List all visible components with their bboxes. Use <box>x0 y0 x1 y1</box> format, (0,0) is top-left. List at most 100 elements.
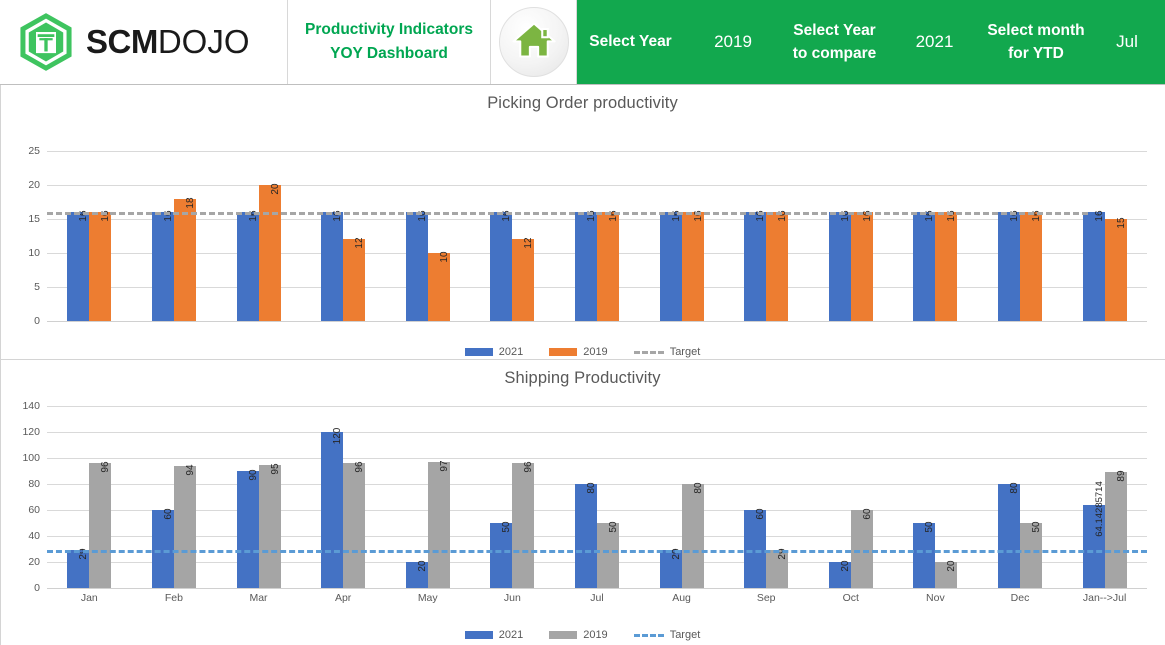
bar-2021[interactable]: 16 <box>151 211 174 321</box>
bar-value-label: 20 <box>269 183 281 195</box>
legend-item-2021[interactable]: 2021 <box>464 346 523 358</box>
bar-2019[interactable]: 20 <box>258 183 281 321</box>
legend-item-2021[interactable]: 2021 <box>464 629 523 641</box>
target-line <box>47 550 1147 554</box>
bar-2019[interactable]: 20 <box>935 560 958 588</box>
brand-name: SCMDOJO <box>86 23 250 61</box>
bar-group: 16 18 <box>132 151 217 321</box>
bar-2021[interactable]: 50 <box>913 521 936 588</box>
bar-2019[interactable]: 16 <box>596 211 619 321</box>
bar-group: 50 20 <box>893 406 978 588</box>
select-year-value[interactable]: 2019 <box>684 0 782 84</box>
bar-2019[interactable]: 96 <box>512 462 535 588</box>
bar-2019[interactable]: 16 <box>850 211 873 321</box>
bar-2019[interactable]: 16 <box>1020 211 1042 321</box>
bar-value-label: 80 <box>692 482 704 494</box>
picking-order-chart-panel: Picking Order productivity 0 5 10 15 20 25 16 1… <box>0 85 1165 395</box>
bar-2021[interactable]: 16 <box>574 211 597 321</box>
bar-2019[interactable]: 94 <box>173 464 196 588</box>
bar-group: 16 16 <box>555 151 640 321</box>
x-axis-label: Jul <box>590 592 604 604</box>
bar-2019[interactable]: 80 <box>681 482 704 588</box>
bar-2019[interactable]: 95 <box>258 463 281 588</box>
legend-item-2019[interactable]: 2019 <box>549 629 608 641</box>
bar-2019[interactable]: 12 <box>343 237 366 321</box>
bar-2019[interactable]: 29 <box>766 549 789 588</box>
bar-2019[interactable]: 96 <box>89 462 112 588</box>
bar-value-label: 12 <box>354 237 366 249</box>
bar-2019[interactable]: 89 <box>1104 471 1127 588</box>
bar-2019[interactable]: 18 <box>173 197 196 321</box>
bar-2021[interactable]: 29 <box>67 549 90 588</box>
bar-group: 64.14285714 89 <box>1062 406 1147 588</box>
bar-2019[interactable]: 16 <box>766 211 789 321</box>
bar-2021[interactable]: 120 <box>321 428 344 588</box>
select-ytd-month-value[interactable]: Jul <box>1090 0 1164 84</box>
bar-2021[interactable]: 80 <box>574 482 597 588</box>
bar-2021[interactable]: 60 <box>744 508 767 588</box>
bar-2021[interactable]: 16 <box>828 211 851 321</box>
select-compare-year-value[interactable]: 2021 <box>887 0 982 84</box>
brand-logo-cell: SCMDOJO <box>0 0 288 84</box>
bar-2021[interactable]: 16 <box>67 211 90 321</box>
legend-item-target[interactable]: Target <box>633 629 700 641</box>
bar-value-label: 16 <box>1093 210 1105 222</box>
page-title: Productivity Indicators YOY Dashboard <box>288 0 491 84</box>
legend-swatch <box>464 348 493 356</box>
scmdojo-hexagon-logo-icon <box>18 12 74 72</box>
bar-2021[interactable]: 16 <box>744 211 767 321</box>
y-axis-tick: 120 <box>22 426 40 438</box>
bar-2021[interactable]: 16 <box>321 211 344 321</box>
bar-2021[interactable]: 64.14285714 <box>1082 481 1105 588</box>
bar-group: 16 15 <box>1062 151 1147 321</box>
legend-item-target[interactable]: Target <box>633 346 700 358</box>
legend-item-2019[interactable]: 2019 <box>549 346 608 358</box>
bar-group: 16 16 <box>808 151 893 321</box>
bar-2021[interactable]: 20 <box>405 560 428 588</box>
bar-2021[interactable]: 16 <box>659 211 682 321</box>
legend-swatch <box>549 631 578 639</box>
legend-dash <box>633 350 664 354</box>
bar-2021[interactable]: 16 <box>405 211 428 321</box>
bar-2021[interactable]: 16 <box>490 211 513 321</box>
bar-2021[interactable]: 60 <box>151 508 174 588</box>
bar-2019[interactable]: 16 <box>681 211 704 321</box>
bar-2019[interactable]: 97 <box>427 460 450 588</box>
bar-2019[interactable]: 16 <box>89 211 112 321</box>
y-axis-tick: 140 <box>22 400 40 412</box>
bar-group: 29 80 <box>639 406 724 588</box>
bar-2019[interactable]: 96 <box>343 462 366 588</box>
bar-group: 16 16 <box>639 151 724 321</box>
bar-value-label: 20 <box>839 560 851 572</box>
legend-swatch <box>549 348 578 356</box>
bar-2021[interactable]: 50 <box>490 521 513 588</box>
bar-group: 16 10 <box>385 151 470 321</box>
legend-dash <box>633 633 664 637</box>
bar-2019[interactable]: 15 <box>1104 217 1127 321</box>
bar-2021[interactable]: 16 <box>998 211 1020 321</box>
bar-2019[interactable]: 60 <box>850 508 873 588</box>
bar-group: 16 16 <box>47 151 132 321</box>
bar-2021[interactable]: 16 <box>1082 210 1105 321</box>
bar-group: 16 12 <box>301 151 386 321</box>
chart-2-plot-area: 0 20 40 60 80 100 120 140 29 96 60 94 90 95 120 96 20 97 5… <box>0 388 1165 603</box>
bar-2019[interactable]: 50 <box>1020 521 1042 588</box>
bar-2021[interactable]: 16 <box>236 211 259 321</box>
home-button[interactable] <box>498 7 569 77</box>
select-year-label: Select Year <box>589 33 672 51</box>
bar-2019[interactable]: 16 <box>935 211 958 321</box>
bar-2019[interactable]: 50 <box>596 521 619 588</box>
y-axis-tick: 25 <box>28 145 40 157</box>
dashboard-header: SCMDOJO Productivity Indicators YOY Dash… <box>0 0 1165 85</box>
bar-2019[interactable]: 10 <box>427 251 450 321</box>
bar-2021[interactable]: 20 <box>828 560 851 588</box>
bar-2021[interactable]: 90 <box>236 469 259 588</box>
bar-2021[interactable]: 16 <box>913 211 936 321</box>
bar-2019[interactable]: 12 <box>512 238 535 321</box>
bar-2021[interactable]: 80 <box>998 482 1020 588</box>
year-selector-bar: Select Year 2019 Select Year to compare … <box>577 0 1165 84</box>
chart-2-x-axis-labels: Jan Feb Mar Apr May Jun Jul Aug Sep Oct Nov Dec Jan-… <box>47 592 1147 604</box>
x-axis-label: Apr <box>334 592 352 604</box>
bar-value-label: 50 <box>924 521 936 533</box>
bar-2021[interactable]: 29 <box>659 549 682 588</box>
